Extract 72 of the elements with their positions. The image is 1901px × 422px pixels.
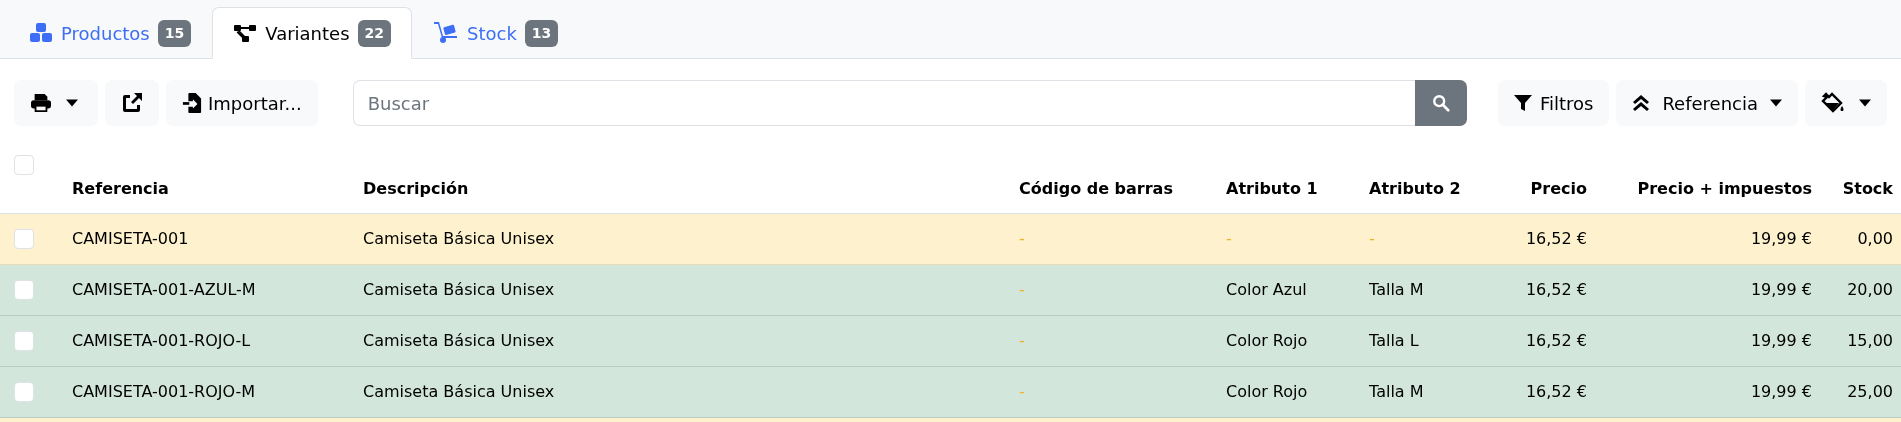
count-badge: 15: [157, 19, 192, 47]
tab[interactable]: Variantes 22: [212, 7, 412, 59]
print-button[interactable]: [14, 80, 98, 126]
table-cell: 16,52 €: [1477, 366, 1595, 417]
table-cell: -: [1011, 264, 1218, 315]
caret-icon: [1859, 99, 1871, 107]
table-cell: Camiseta Básica Unisex: [355, 213, 1011, 264]
caret-icon: [1770, 99, 1782, 107]
table-cell: -: [1011, 366, 1218, 417]
diagram-icon: [233, 23, 258, 43]
table-cell: CAMISETA-001: [64, 213, 355, 264]
tab[interactable]: Stock 13: [412, 7, 580, 59]
table-cell: CAMISETA-001-AZUL-M: [64, 264, 355, 315]
table-cell: 19,99 €: [1595, 366, 1820, 417]
table-cell: 25,00: [1820, 366, 1901, 417]
column-header[interactable]: Stock: [1820, 140, 1901, 213]
external-link-icon: [121, 92, 143, 114]
printer-icon: [30, 93, 52, 113]
row-checkbox[interactable]: [14, 228, 34, 249]
table-cell: 20,00: [1820, 264, 1901, 315]
table-cell: Talla M: [1361, 264, 1477, 315]
row-checkbox[interactable]: [14, 279, 34, 300]
table-cell: -: [1218, 213, 1361, 264]
column-header[interactable]: Descripción: [355, 140, 1011, 213]
caret-icon: [66, 99, 78, 107]
table-cell: 16,52 €: [1477, 264, 1595, 315]
count-badge: 13: [524, 19, 559, 47]
search-field[interactable]: Buscar: [352, 80, 1415, 126]
table-cell: Camiseta Básica Unisex: [355, 366, 1011, 417]
import-button[interactable]: Importar...: [166, 80, 318, 126]
table-cell: Color Azul: [1218, 264, 1361, 315]
search-button[interactable]: [1414, 80, 1467, 126]
color-button[interactable]: [1805, 80, 1887, 126]
table-cell: -: [1361, 213, 1477, 264]
row-checkbox[interactable]: [14, 381, 34, 402]
filter-icon: [1513, 94, 1532, 112]
filters-button[interactable]: Filtros: [1497, 80, 1610, 126]
table-cell: Camiseta Básica Unisex: [355, 264, 1011, 315]
column-header[interactable]: Precio + impuestos: [1595, 140, 1820, 213]
column-header[interactable]: Referencia: [64, 140, 355, 213]
table-cell: Camiseta Básica Unisex: [355, 315, 1011, 366]
sort-button[interactable]: Referencia: [1616, 80, 1798, 126]
table-cell: Talla M: [1361, 366, 1477, 417]
table-cell: 16,52 €: [1477, 213, 1595, 264]
table-cell: Talla L: [1361, 315, 1477, 366]
table-cell: CAMISETA-001-ROJO-L: [64, 315, 355, 366]
table-cell: 19,99 €: [1595, 213, 1820, 264]
table-cell: 19,99 €: [1595, 315, 1820, 366]
count-badge: 22: [357, 19, 391, 47]
angles-up-icon: [1632, 94, 1651, 112]
table-cell: Color Rojo: [1218, 366, 1361, 417]
search-icon: [1431, 94, 1450, 112]
table-cell: 16,52 €: [1477, 315, 1595, 366]
column-header[interactable]: Atributo 2: [1361, 140, 1477, 213]
column-header[interactable]: Código de barras: [1011, 140, 1218, 213]
row-checkbox[interactable]: [14, 330, 34, 351]
paint-bucket-icon: [1821, 92, 1845, 114]
table-cell: CAMISETA-001-ROJO-M: [64, 366, 355, 417]
table-cell: 15,00: [1820, 315, 1901, 366]
table-cell: 19,99 €: [1595, 264, 1820, 315]
table-cell: 0,00: [1820, 213, 1901, 264]
column-header[interactable]: Atributo 1: [1218, 140, 1361, 213]
table-cell: -: [1011, 213, 1218, 264]
file-import-icon: [182, 92, 202, 114]
dolly-icon: [433, 21, 459, 45]
select-all-checkbox[interactable]: [14, 155, 34, 176]
tab[interactable]: Productos 15: [8, 7, 213, 59]
cubes-icon: [29, 22, 53, 44]
table-cell: Color Rojo: [1218, 315, 1361, 366]
table-cell: -: [1011, 315, 1218, 366]
export-button[interactable]: [105, 80, 159, 126]
column-header[interactable]: Precio: [1477, 140, 1595, 213]
